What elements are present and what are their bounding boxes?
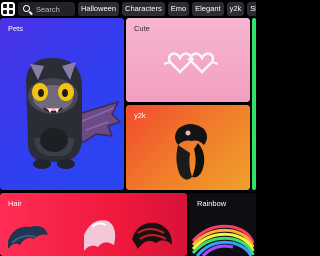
category-filter-bar: Search Halloween Characters Emo Elegant …: [0, 0, 256, 18]
chip-halloween[interactable]: Halloween: [78, 2, 120, 16]
chip-shirts[interactable]: Shirts: [247, 2, 256, 16]
heart-glasses-image: [163, 52, 219, 74]
hair-items-image: [8, 220, 172, 251]
chip-y2k[interactable]: y2k: [226, 2, 245, 16]
category-tile-partial[interactable]: [252, 18, 256, 190]
category-tile-pets[interactable]: Pets: [0, 18, 124, 190]
category-tile-y2k[interactable]: y2k: [126, 105, 250, 190]
search-placeholder: Search: [36, 4, 60, 14]
category-tile-cute[interactable]: Cute: [126, 18, 250, 102]
chip-emo[interactable]: Emo: [167, 2, 190, 16]
rainbow-hair-image: [191, 224, 255, 256]
category-tile-rainbow[interactable]: Rainbow: [189, 193, 256, 256]
search-input[interactable]: Search: [18, 2, 75, 16]
category-tile-hair[interactable]: Hair: [0, 193, 187, 256]
search-icon: [23, 4, 32, 14]
pet-bat-character-image: [26, 58, 122, 169]
black-ponytail-hair-image: [175, 124, 207, 180]
chip-elegant[interactable]: Elegant: [192, 2, 224, 16]
grid-icon[interactable]: [1, 2, 15, 16]
chip-characters[interactable]: Characters: [122, 2, 165, 16]
